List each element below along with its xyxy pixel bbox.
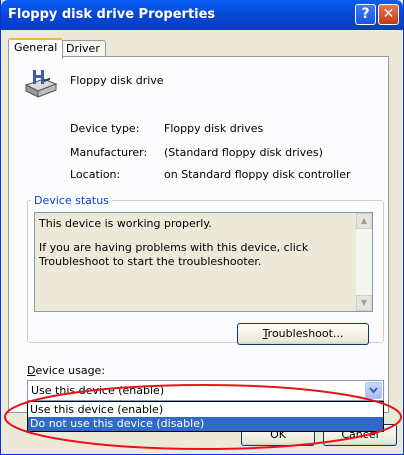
location-value: on Standard floppy disk controller [164,168,351,181]
device-name: Floppy disk drive [70,74,164,87]
help-button[interactable]: ? [355,4,376,25]
properties-dialog: Floppy disk drive Properties ? ✕ General… [0,0,404,455]
device-usage-selected: Use this device (enable) [31,384,165,397]
troubleshoot-button[interactable]: Troubleshoot... [237,323,369,345]
device-type-value: Floppy disk drives [164,122,264,135]
status-line-1: This device is working properly. [39,217,212,230]
usage-option-disable[interactable]: Do not use this device (disable) [28,417,383,431]
device-status-textbox[interactable]: This device is working properly. If you … [34,212,373,312]
device-status-title: Device status [31,194,112,207]
close-button[interactable]: ✕ [378,4,399,25]
title-bar[interactable]: Floppy disk drive Properties ? ✕ [1,0,403,30]
chevron-down-icon[interactable] [365,382,382,399]
usage-option-enable[interactable]: Use this device (enable) [28,403,383,417]
tab-driver[interactable]: Driver [60,40,106,57]
floppy-drive-icon [24,70,58,98]
scroll-up-icon[interactable]: ▲ [356,213,372,229]
device-usage-label: Device usage: [27,364,105,377]
status-line-2: If you are having problems with this dev… [39,241,309,268]
manufacturer-value: (Standard floppy disk drives) [164,146,323,159]
device-usage-select[interactable]: Use this device (enable) [27,380,384,401]
window-title: Floppy disk drive Properties [8,7,216,22]
location-label: Location: [70,168,121,181]
troubleshoot-label: roubleshoot... [267,327,344,340]
device-type-label: Device type: [70,122,140,135]
close-icon: ✕ [382,6,395,22]
device-usage-dropdown: Use this device (enable) Do not use this… [27,401,384,432]
help-icon: ? [361,6,370,22]
status-scrollbar[interactable]: ▲ ▼ [356,213,372,311]
device-usage-label-text: evice usage: [35,364,106,377]
device-status-text: This device is working properly. If you … [39,217,347,279]
manufacturer-label: Manufacturer: [70,146,148,159]
tab-general[interactable]: General [8,38,64,59]
scroll-down-icon[interactable]: ▼ [356,295,372,311]
